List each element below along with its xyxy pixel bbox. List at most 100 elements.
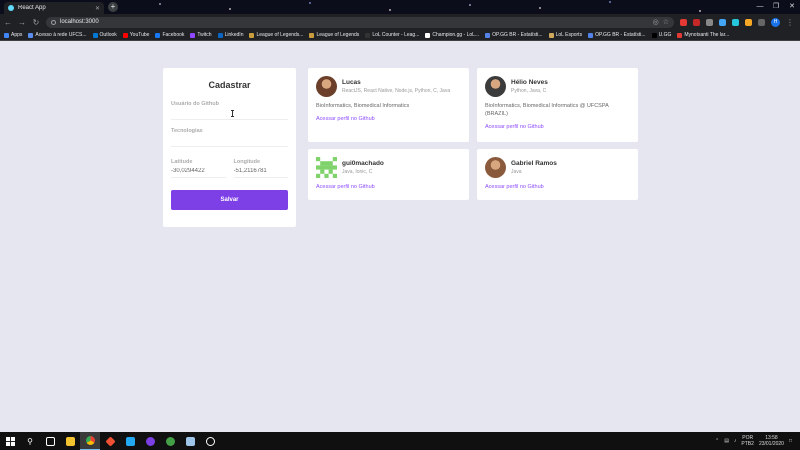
system-tray: ⌃ ▤ ♪ POR PTB2 13:58 23/01/2020 □ — [715, 435, 800, 447]
location-icon[interactable]: ◎ — [653, 18, 659, 26]
bookmark-label: Facebook — [162, 32, 185, 38]
dev-avatar-identicon — [316, 157, 337, 178]
clock[interactable]: 13:58 23/01/2020 — [759, 435, 784, 447]
start-button[interactable] — [0, 432, 20, 450]
network-icon[interactable]: ▤ — [724, 438, 729, 444]
techs-input[interactable] — [171, 134, 288, 147]
maximize-button[interactable]: ❐ — [768, 0, 784, 14]
bookmark-item[interactable]: OP.GG BR - Estatísti... — [588, 32, 646, 38]
close-window-button[interactable]: ✕ — [784, 0, 800, 14]
address-bar[interactable]: localhost:3000 ◎ ☆ — [46, 16, 674, 28]
minimize-button[interactable]: — — [752, 0, 768, 14]
taskbar-app-github[interactable] — [200, 432, 220, 450]
dev-name: gui0machado — [342, 160, 384, 167]
taskbar-app-terminal[interactable] — [180, 432, 200, 450]
task-view-button[interactable] — [40, 432, 60, 450]
github-profile-link[interactable]: Acessar perfil no Github — [485, 184, 630, 190]
clock-date: 23/01/2020 — [758, 441, 784, 447]
extension-icon[interactable] — [680, 18, 687, 26]
bookmark-favicon-icon — [365, 32, 371, 38]
bookmark-item[interactable]: LoL Counter - Leag... — [365, 32, 419, 38]
dev-techs: Python, Java, C — [511, 88, 547, 94]
extension-icon[interactable] — [745, 18, 752, 26]
browser-tab[interactable]: React App ✕ — [4, 2, 104, 14]
bookmark-item[interactable]: Mynotsanti The lar... — [677, 32, 729, 38]
bookmark-item[interactable]: Facebook — [155, 32, 184, 38]
dev-header: gui0machado Java, Ionic, C — [316, 157, 461, 178]
save-button[interactable]: Salvar — [171, 190, 288, 210]
bookmark-item[interactable]: LinkedIn — [217, 32, 243, 38]
github-icon — [205, 436, 215, 446]
dev-techs: ReactJS, React Native, Node.js, Python, … — [342, 88, 451, 94]
search-button[interactable]: ⚲ — [20, 432, 40, 450]
coordinates-row: Latitude Longitude — [171, 159, 288, 178]
bookmark-label: Apps — [11, 32, 23, 38]
dev-card: Hélio Neves Python, Java, C BioInformati… — [477, 68, 638, 142]
github-username-input[interactable] — [171, 107, 288, 120]
file-explorer-icon — [65, 436, 75, 446]
github-profile-link[interactable]: Acessar perfil no Github — [316, 116, 461, 122]
bookmark-item[interactable]: YouTube — [122, 32, 149, 38]
extension-icon[interactable] — [758, 18, 765, 26]
windows-logo-icon — [5, 436, 15, 446]
tray-chevron-icon[interactable]: ⌃ — [715, 438, 719, 444]
bookmark-label: LoL Esports — [555, 32, 583, 38]
taskbar-app-vscode[interactable] — [120, 432, 140, 450]
forward-arrow-icon[interactable]: → — [18, 18, 26, 27]
taskbar-app-nodejs[interactable] — [160, 432, 180, 450]
tab-close-icon[interactable]: ✕ — [95, 5, 100, 12]
menu-kebab-icon[interactable]: ⋮ — [786, 18, 794, 27]
profile-avatar[interactable]: H — [771, 17, 780, 27]
keyboard-layout: PTB2 — [741, 441, 754, 447]
windows-taskbar: ⚲ ⌃ ▤ ♪ POR PTB2 13:58 23/01/2020 □ — [0, 432, 800, 450]
longitude-input[interactable] — [233, 165, 288, 178]
bookmark-label: U.GG — [658, 32, 672, 38]
bookmark-item[interactable]: LoL Esports — [548, 32, 583, 38]
github-profile-link[interactable]: Acessar perfil no Github — [316, 184, 461, 190]
back-arrow-icon[interactable]: ← — [4, 18, 12, 27]
bookmark-favicon-icon — [677, 32, 683, 38]
taskbar-app-explorer[interactable] — [60, 432, 80, 450]
extension-icon[interactable] — [693, 18, 700, 26]
bookmark-favicon-icon — [155, 32, 161, 38]
volume-icon[interactable]: ♪ — [734, 438, 737, 444]
extension-icon[interactable] — [719, 18, 726, 26]
bookmark-label: LoL Counter - Leag... — [372, 32, 420, 38]
dev-avatar — [485, 76, 506, 97]
dev-header: Hélio Neves Python, Java, C — [485, 76, 630, 97]
bookmark-item[interactable]: Apps — [4, 32, 22, 38]
language-indicator[interactable]: POR PTB2 — [741, 435, 754, 447]
form-title: Cadastrar — [208, 80, 251, 90]
bookmark-label: Acesso à rede UFCS... — [35, 32, 87, 38]
bookmark-item[interactable]: Acesso à rede UFCS... — [28, 32, 87, 38]
bookmark-star-icon[interactable]: ☆ — [663, 18, 669, 26]
bookmark-favicon-icon — [249, 32, 255, 38]
github-profile-link[interactable]: Acessar perfil no Github — [485, 124, 630, 130]
bookmark-item[interactable]: League of Legends — [309, 32, 359, 38]
bookmark-item[interactable]: League of Legends... — [249, 32, 303, 38]
new-tab-button[interactable]: + — [108, 2, 118, 12]
notifications-icon[interactable]: □ — [789, 438, 792, 444]
bookmark-item[interactable]: OP.GG BR - Estatísti... — [485, 32, 543, 38]
taskbar-app-insomnia[interactable] — [140, 432, 160, 450]
latitude-input[interactable] — [171, 165, 226, 178]
site-info-icon[interactable] — [51, 19, 56, 25]
extension-icon[interactable] — [732, 18, 739, 26]
bookmark-favicon-icon — [485, 32, 491, 38]
browser-tab-strip: React App ✕ + — ❐ ✕ — [0, 0, 800, 14]
bookmark-favicon-icon — [217, 32, 223, 38]
taskbar-app-git[interactable] — [100, 432, 120, 450]
bookmark-item[interactable]: Champion.gg - LoL... — [425, 32, 479, 38]
bookmark-item[interactable]: Twitch — [190, 32, 212, 38]
dev-name: Hélio Neves — [511, 79, 548, 86]
bookmark-item[interactable]: U.GG — [651, 32, 672, 38]
bookmark-item[interactable]: Outlook — [92, 32, 117, 38]
bookmark-favicon-icon — [651, 32, 657, 38]
taskbar-app-chrome[interactable] — [80, 432, 100, 450]
text-cursor-icon — [231, 110, 234, 117]
extension-icon[interactable] — [706, 18, 713, 26]
bookmark-label: Mynotsanti The lar... — [684, 32, 730, 38]
reload-icon[interactable]: ↻ — [32, 18, 40, 27]
bookmark-favicon-icon — [309, 32, 315, 38]
address-url[interactable]: localhost:3000 — [60, 19, 649, 25]
